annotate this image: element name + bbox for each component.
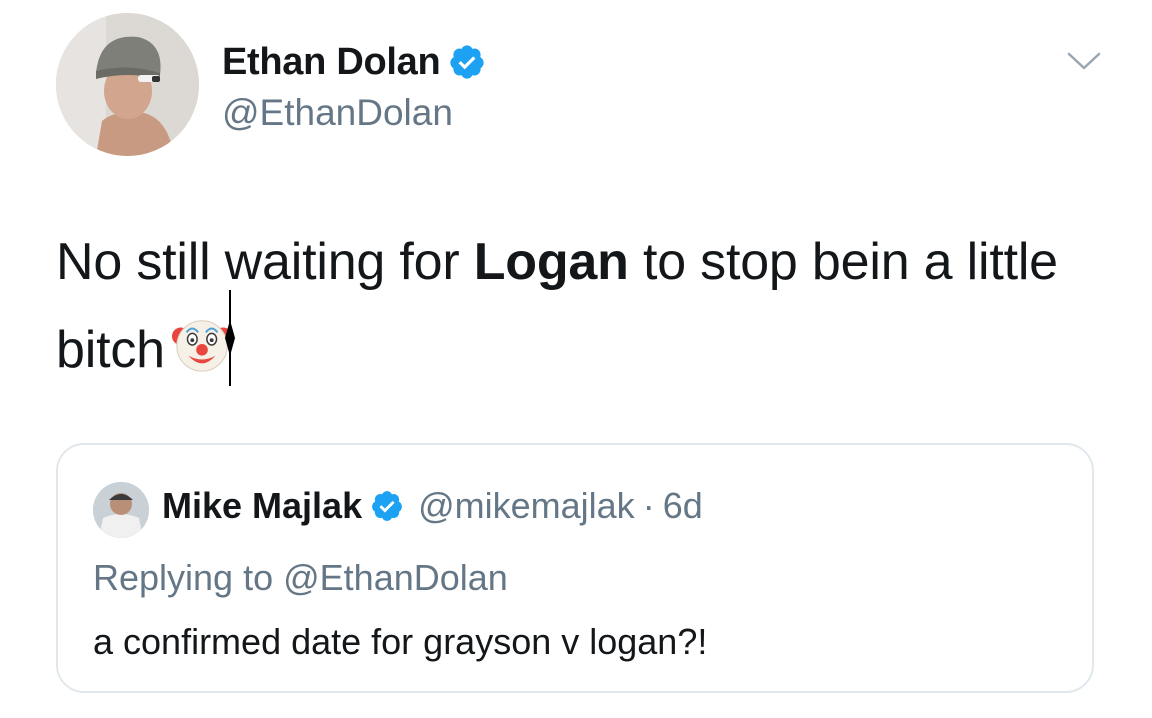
quoted-timestamp[interactable]: 6d <box>663 485 703 527</box>
quoted-separator: · <box>642 485 655 526</box>
author-info: Ethan Dolan @EthanDolan <box>222 40 486 134</box>
tweet: Ethan Dolan @EthanDolan No still waiting… <box>0 0 1152 718</box>
chevron-down-icon[interactable] <box>1066 50 1102 72</box>
quoted-header: Mike Majlak @mikemajlak · 6d <box>162 485 703 527</box>
author-display-name[interactable]: Ethan Dolan <box>222 41 441 84</box>
author-handle[interactable]: @EthanDolan <box>222 92 486 134</box>
quoted-text: a confirmed date for grayson v logan?! <box>93 621 708 662</box>
quoted-tweet[interactable]: Mike Majlak @mikemajlak · 6d Replying to… <box>56 443 1094 693</box>
text-cursor-mark <box>225 290 235 386</box>
avatar-photo <box>93 482 149 538</box>
verified-badge-icon <box>450 45 484 79</box>
author-name-row: Ethan Dolan <box>222 40 486 84</box>
tweet-text-before: No still waiting for <box>56 233 474 291</box>
quoted-author-avatar[interactable] <box>93 482 149 538</box>
quoted-display-name[interactable]: Mike Majlak <box>162 485 362 527</box>
verified-badge-icon <box>372 491 402 521</box>
tweet-text-bold: Logan <box>473 233 629 291</box>
avatar-photo <box>56 13 199 156</box>
tweet-text: No still waiting for Logan to stop bein … <box>56 218 1116 394</box>
author-avatar[interactable] <box>56 13 199 156</box>
quoted-handle[interactable]: @mikemajlak <box>418 485 635 527</box>
quoted-replying-to: Replying to @EthanDolan <box>93 557 508 598</box>
